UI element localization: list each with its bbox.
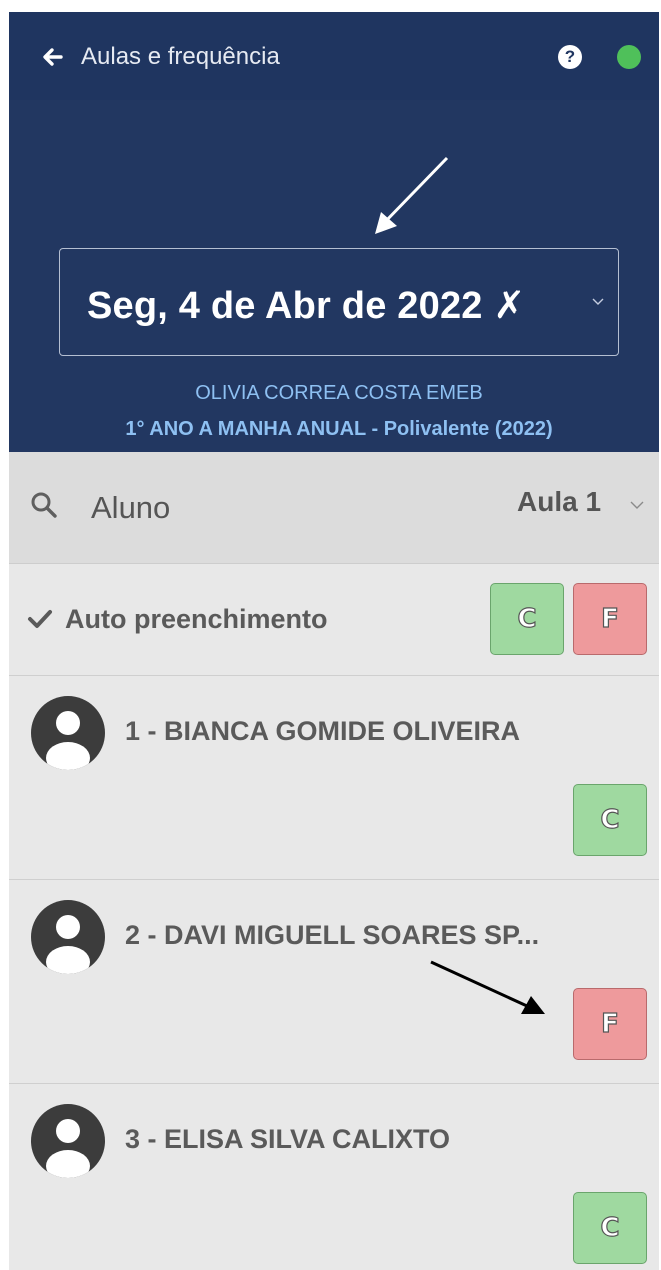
lesson-label: Aula 1 bbox=[517, 486, 602, 517]
student-search-input[interactable] bbox=[91, 486, 391, 530]
autofill-absent-button[interactable]: F bbox=[573, 583, 647, 655]
autofill-present-button[interactable]: C bbox=[490, 583, 564, 655]
page-title: Aulas e frequência bbox=[81, 43, 280, 70]
lesson-select[interactable]: Aula 1 bbox=[517, 486, 644, 518]
school-name: OLIVIA CORREA COSTA EMEB bbox=[195, 382, 483, 404]
annotation-arrow-icon bbox=[375, 156, 449, 234]
student-row: 1 - BIANCA GOMIDE OLIVEIRA C bbox=[9, 676, 659, 880]
class-header: Seg, 4 de Abr de 2022 ✗ OLIVIA CORREA CO… bbox=[9, 100, 659, 452]
avatar-icon bbox=[31, 696, 105, 770]
online-status-icon bbox=[617, 45, 641, 69]
selected-date: Seg, 4 de Abr de 2022 ✗ bbox=[87, 285, 526, 327]
top-bar: Aulas e frequência ? bbox=[9, 12, 659, 100]
checkmark-icon bbox=[28, 610, 52, 628]
attendance-status-button[interactable]: C bbox=[573, 1192, 647, 1264]
avatar-icon bbox=[31, 900, 105, 974]
help-icon[interactable]: ? bbox=[558, 45, 582, 69]
attendance-status-button[interactable]: F bbox=[573, 988, 647, 1060]
attendance-status-button[interactable]: C bbox=[573, 784, 647, 856]
student-row: 2 - DAVI MIGUELL SOARES SP... F bbox=[9, 880, 659, 1084]
date-select[interactable]: Seg, 4 de Abr de 2022 ✗ bbox=[59, 248, 619, 356]
annotation-arrow-icon bbox=[430, 960, 545, 1014]
avatar-icon bbox=[31, 1104, 105, 1178]
autofill-row: Auto preenchimento C F bbox=[9, 564, 659, 676]
back-arrow-icon[interactable] bbox=[37, 42, 67, 72]
class-name: 1° ANO A MANHA ANUAL - Polivalente (2022… bbox=[125, 418, 553, 440]
student-name: 2 - DAVI MIGUELL SOARES SP... bbox=[125, 920, 540, 950]
chevron-down-icon bbox=[592, 298, 604, 305]
search-bar: Aula 1 bbox=[9, 452, 659, 564]
search-icon bbox=[31, 492, 57, 518]
chevron-down-icon bbox=[630, 501, 644, 509]
student-row: 3 - ELISA SILVA CALIXTO C bbox=[9, 1084, 659, 1270]
app-screen: Aulas e frequência ? Seg, 4 de Abr de 20… bbox=[9, 12, 659, 1270]
student-name: 1 - BIANCA GOMIDE OLIVEIRA bbox=[125, 716, 521, 746]
autofill-label: Auto preenchimento bbox=[65, 604, 328, 634]
student-name: 3 - ELISA SILVA CALIXTO bbox=[125, 1124, 451, 1154]
